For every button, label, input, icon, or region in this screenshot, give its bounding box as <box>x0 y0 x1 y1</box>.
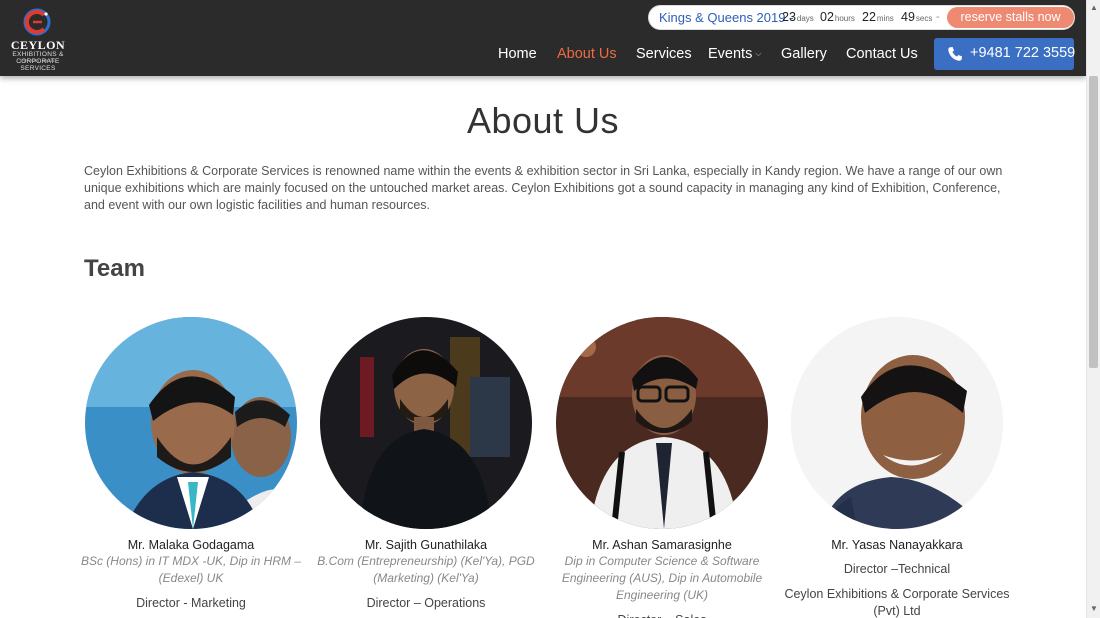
countdown-mins-label: mins <box>876 14 894 23</box>
nav-events-label: Events <box>708 46 753 62</box>
scroll-down-icon[interactable]: ▼ <box>1090 604 1098 613</box>
logo-wordmark: CEYLON <box>10 38 66 52</box>
phone-icon <box>948 47 962 61</box>
nav-services[interactable]: Services <box>636 46 692 62</box>
call-button[interactable]: +9481 722 3559 <box>934 38 1076 70</box>
scroll-up-icon[interactable]: ▲ <box>1090 3 1098 12</box>
team-member-company: Ceylon Exhibitions & Corporate Services … <box>784 587 1010 618</box>
site-logo[interactable]: CEYLON EXHIBITIONS & CORPORATE SERVICES … <box>10 6 66 72</box>
team-member-photo <box>320 317 532 529</box>
chevron-down-icon: ⌵ <box>755 49 762 58</box>
countdown-secs-label: secs <box>915 14 933 23</box>
team-member-qualifications: Dip in Computer Science & Software Engin… <box>561 554 763 602</box>
logo-subtitle-2: (PRIVATE) LIMITED <box>19 58 57 63</box>
phone-number: +9481 722 3559 <box>970 45 1076 61</box>
countdown-hours-value: 02 <box>820 10 834 24</box>
nav-contact-us[interactable]: Contact Us <box>846 46 918 62</box>
team-member-name: Mr. Ashan Samarasignhe <box>592 538 732 552</box>
nav-events[interactable]: Events ⌵ <box>708 46 761 62</box>
countdown-secs: 49secs <box>901 10 932 24</box>
team-member-photo <box>85 317 297 529</box>
team-member-photo <box>791 317 1003 529</box>
team-member-photo <box>556 317 768 529</box>
team-member-role: Director –Technical <box>843 562 951 576</box>
countdown-days: 23days <box>782 10 814 24</box>
nav-about-us[interactable]: About Us <box>557 46 617 62</box>
team-member-qualifications: BSc (Hons) in IT MDX -UK, Dip in HRM – (… <box>80 554 302 585</box>
page-title: About Us <box>466 100 620 141</box>
countdown-event-link[interactable]: Kings & Queens 2019 - <box>659 10 793 25</box>
team-member-role: Director – Operations <box>366 596 486 610</box>
intro-paragraph: Ceylon Exhibitions & Corporate Services … <box>84 164 1003 212</box>
countdown-mins-value: 22 <box>862 10 876 24</box>
team-member-qualifications: B.Com (Entrepreneurship) (Kel'Ya), PGD (… <box>317 554 535 585</box>
site-header: CEYLON EXHIBITIONS & CORPORATE SERVICES … <box>0 0 1086 76</box>
team-member-role: Director – Sales <box>544 612 780 618</box>
countdown-mins: 22mins <box>862 10 894 24</box>
countdown-secs-value: 49 <box>901 10 915 24</box>
team-member-role: Director - Marketing <box>136 596 246 610</box>
countdown-hours: 02hours <box>820 10 855 24</box>
event-countdown: Kings & Queens 2019 - 23days 02hours 22m… <box>648 5 1075 30</box>
page-scrollbar[interactable]: ▲ ▼ <box>1086 0 1100 618</box>
team-member-name: Mr. Malaka Godagama <box>127 538 255 552</box>
countdown-hours-label: hours <box>834 14 855 23</box>
countdown-days-value: 23 <box>782 10 796 24</box>
scrollbar-thumb[interactable] <box>1089 76 1098 368</box>
countdown-days-label: days <box>796 14 814 23</box>
countdown-separator: - <box>936 11 940 23</box>
team-member-name: Mr. Yasas Nanayakkara <box>831 538 963 552</box>
nav-home[interactable]: Home <box>498 46 537 62</box>
logo-mark-icon <box>23 8 51 36</box>
team-heading: Team <box>84 255 145 282</box>
nav-gallery[interactable]: Gallery <box>781 46 827 62</box>
reserve-stalls-button[interactable]: reserve stalls now <box>947 7 1074 28</box>
team-member-name: Mr. Sajith Gunathilaka <box>364 538 488 552</box>
